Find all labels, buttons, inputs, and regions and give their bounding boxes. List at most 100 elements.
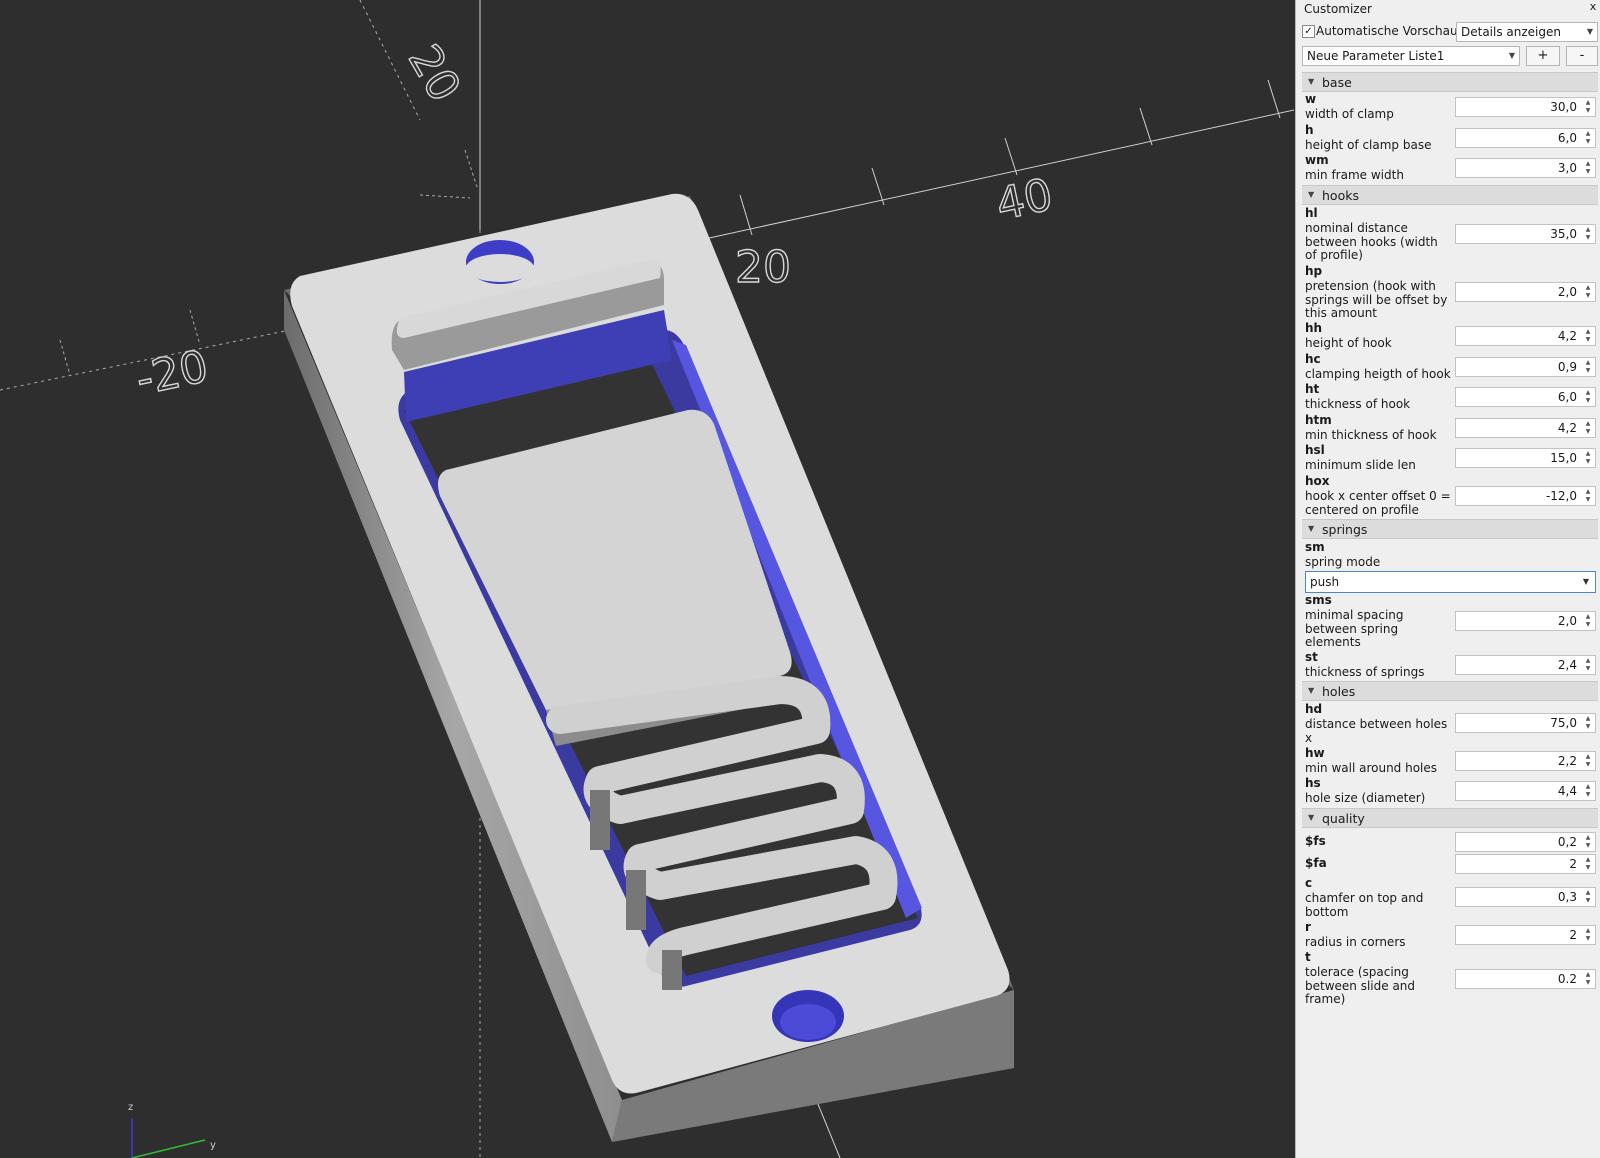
param-desc: clamping heigth of hook xyxy=(1305,367,1451,381)
close-icon[interactable]: x xyxy=(1587,1,1599,14)
param-desc: chamfer on top and bottom xyxy=(1305,891,1424,919)
param-fa-spinbox[interactable]: 2 ▲ ▼ xyxy=(1455,854,1596,874)
param-wm-spinbox[interactable]: 3,0 ▲ ▼ xyxy=(1455,158,1596,178)
param-name: hh xyxy=(1305,321,1323,335)
x-tick-label-20: 20 xyxy=(735,242,791,293)
param-name: sm xyxy=(1305,540,1325,554)
param-desc: thickness of springs xyxy=(1305,665,1425,679)
3d-viewport[interactable]: 20 20 40 -20 z y xyxy=(0,0,1294,1158)
spin-arrows-icon: ▲ ▼ xyxy=(1585,889,1591,904)
param-h-spinbox[interactable]: 6,0 ▲ ▼ xyxy=(1455,128,1596,148)
param-name: ht xyxy=(1305,382,1320,396)
param-desc: height of clamp base xyxy=(1305,138,1432,152)
spin-arrows-icon: ▲ ▼ xyxy=(1585,834,1591,849)
collapse-icon: ▼ xyxy=(1308,686,1315,695)
group-quality[interactable]: ▼ quality xyxy=(1302,808,1598,828)
spin-arrows-icon: ▲ ▼ xyxy=(1585,328,1591,343)
param-t-spinbox[interactable]: 0.2 ▲ ▼ xyxy=(1455,969,1596,989)
param-desc: hook x center offset 0 = centered on pro… xyxy=(1305,489,1451,517)
param-name: w xyxy=(1305,92,1317,106)
spin-arrows-icon: ▲ ▼ xyxy=(1585,284,1591,299)
param-name: wm xyxy=(1305,153,1329,167)
param-hsl-spinbox[interactable]: 15,0 ▲ ▼ xyxy=(1455,448,1596,468)
auto-preview-checkbox[interactable]: ✓ xyxy=(1302,25,1315,38)
param-name: t xyxy=(1305,950,1311,964)
add-parameter-set-button[interactable]: + xyxy=(1526,46,1560,66)
spin-arrows-icon: ▲ ▼ xyxy=(1585,657,1591,672)
param-desc: radius in corners xyxy=(1305,935,1406,949)
group-springs[interactable]: ▼ springs xyxy=(1302,519,1598,539)
param-desc: pretension (hook with springs will be of… xyxy=(1305,279,1448,320)
param-desc: min wall around holes xyxy=(1305,761,1438,775)
spin-arrows-icon: ▲ ▼ xyxy=(1585,420,1591,435)
param-desc: height of hook xyxy=(1305,336,1392,350)
param-hw-spinbox[interactable]: 2,2 ▲ ▼ xyxy=(1455,751,1596,771)
param-htm-spinbox[interactable]: 4,2 ▲ ▼ xyxy=(1455,418,1596,438)
param-name: c xyxy=(1305,876,1313,890)
param-name: $fa xyxy=(1305,856,1327,870)
param-name: hsl xyxy=(1305,443,1325,457)
spin-arrows-icon: ▲ ▼ xyxy=(1585,450,1591,465)
param-hs-spinbox[interactable]: 4,4 ▲ ▼ xyxy=(1455,781,1596,801)
spin-arrows-icon: ▲ ▼ xyxy=(1585,359,1591,374)
param-desc: hole size (diameter) xyxy=(1305,791,1426,805)
collapse-icon: ▼ xyxy=(1308,190,1315,199)
spin-arrows-icon: ▲ ▼ xyxy=(1585,715,1591,730)
param-hd-spinbox[interactable]: 75,0 ▲ ▼ xyxy=(1455,713,1596,733)
param-name: hw xyxy=(1305,746,1325,760)
param-desc: tolerace (spacing between slide and fram… xyxy=(1305,965,1416,1006)
group-holes[interactable]: ▼ holes xyxy=(1302,681,1598,701)
remove-parameter-set-button[interactable]: - xyxy=(1566,46,1598,66)
param-ht-spinbox[interactable]: 6,0 ▲ ▼ xyxy=(1455,387,1596,407)
param-desc: thickness of hook xyxy=(1305,397,1411,411)
param-hox-spinbox[interactable]: -12,0 ▲ ▼ xyxy=(1455,486,1596,506)
param-desc: distance between holes x xyxy=(1305,717,1448,745)
param-desc: minimal spacing between spring elements xyxy=(1305,608,1404,649)
param-name: r xyxy=(1305,920,1311,934)
spin-arrows-icon: ▲ ▼ xyxy=(1585,783,1591,798)
spin-arrows-icon: ▲ ▼ xyxy=(1585,927,1591,942)
chevron-down-icon: ▼ xyxy=(1582,577,1589,586)
spin-arrows-icon: ▲ ▼ xyxy=(1585,753,1591,768)
param-hl-spinbox[interactable]: 35,0 ▲ ▼ xyxy=(1455,224,1596,244)
param-sms-spinbox[interactable]: 2,0 ▲ ▼ xyxy=(1455,611,1596,631)
collapse-icon: ▼ xyxy=(1308,77,1315,86)
param-desc: minimum slide len xyxy=(1305,458,1416,472)
spin-arrows-icon: ▲ ▼ xyxy=(1585,160,1591,175)
param-w-spinbox[interactable]: 30,0 ▲ ▼ xyxy=(1455,97,1596,117)
param-name: hc xyxy=(1305,352,1321,366)
spin-arrows-icon: ▲ ▼ xyxy=(1585,613,1591,628)
x-tick-label-neg20: -20 xyxy=(132,341,213,406)
param-desc: spring mode xyxy=(1305,555,1381,569)
mini-axis-z-label: z xyxy=(128,1102,133,1113)
param-r-spinbox[interactable]: 2 ▲ ▼ xyxy=(1455,925,1596,945)
param-c-spinbox[interactable]: 0,3 ▲ ▼ xyxy=(1455,887,1596,907)
param-name: hl xyxy=(1305,206,1318,220)
model-render: 20 20 40 -20 z y xyxy=(0,0,1294,1158)
param-name: hp xyxy=(1305,264,1323,278)
x-tick-label-40: 40 xyxy=(992,169,1057,231)
spin-arrows-icon: ▲ ▼ xyxy=(1585,226,1591,241)
customizer-panel: Customizer x ✓ Automatische Vorschau Det… xyxy=(1295,0,1600,1158)
y-tick-label-20: 20 xyxy=(398,36,470,110)
details-combo[interactable]: Details anzeigen ▼ xyxy=(1456,22,1598,42)
parameter-set-combo[interactable]: Neue Parameter Liste1 ▼ xyxy=(1302,46,1520,66)
x-axis-line xyxy=(699,109,1294,241)
param-st-spinbox[interactable]: 2,4 ▲ ▼ xyxy=(1455,655,1596,675)
group-base[interactable]: ▼ base xyxy=(1302,72,1598,92)
group-hooks[interactable]: ▼ hooks xyxy=(1302,185,1598,205)
param-desc: nominal distance between hooks (width of… xyxy=(1305,221,1438,262)
spin-arrows-icon: ▲ ▼ xyxy=(1585,130,1591,145)
spring-mode-select[interactable]: push ▼ xyxy=(1305,571,1596,593)
param-name: hox xyxy=(1305,474,1330,488)
spin-arrows-icon: ▲ ▼ xyxy=(1585,971,1591,986)
param-fs-spinbox[interactable]: 0,2 ▲ ▼ xyxy=(1455,832,1596,852)
param-desc: min frame width xyxy=(1305,168,1404,182)
auto-preview-label: Automatische Vorschau xyxy=(1316,24,1458,38)
param-name: st xyxy=(1305,650,1318,664)
param-hp-spinbox[interactable]: 2,0 ▲ ▼ xyxy=(1455,282,1596,302)
param-hc-spinbox[interactable]: 0,9 ▲ ▼ xyxy=(1455,357,1596,377)
param-hh-spinbox[interactable]: 4,2 ▲ ▼ xyxy=(1455,326,1596,346)
param-name: $fs xyxy=(1305,834,1326,848)
param-desc: width of clamp xyxy=(1305,107,1394,121)
